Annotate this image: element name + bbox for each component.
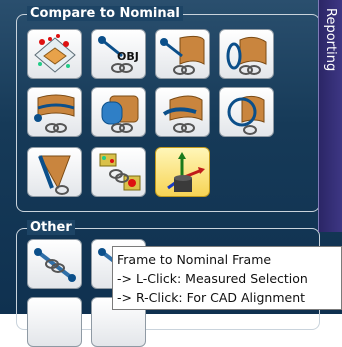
tooltip-line-left-click: -> L-Click: Measured Selection <box>117 271 308 286</box>
surface-link-button[interactable] <box>155 29 210 79</box>
point-cloud-target-button[interactable] <box>91 147 146 197</box>
tooltip: Frame to Nominal Frame -> L-Click: Measu… <box>112 246 342 310</box>
tool-panel: Compare to Nominal OBJ Other Reporting F… <box>0 0 342 347</box>
compare-group-title: Compare to Nominal <box>27 6 183 21</box>
circle-cylinder-icon <box>227 95 265 135</box>
obj-link-button[interactable]: OBJ <box>91 29 146 79</box>
tube-link-button[interactable] <box>155 87 210 137</box>
cone-link-button[interactable] <box>27 147 82 197</box>
compare-points-icon <box>34 34 76 73</box>
obj-link-icon: OBJ <box>98 36 139 73</box>
frame-to-nominal-icon <box>167 152 205 192</box>
compare-points-button[interactable] <box>27 29 82 79</box>
cylinder-surface-button[interactable] <box>91 87 146 137</box>
cylinder-surface-icon <box>101 95 139 133</box>
cylinder-link-button[interactable] <box>219 29 274 79</box>
surface-offset-button[interactable] <box>27 87 82 137</box>
reporting-tab[interactable]: Reporting <box>318 0 342 232</box>
cone-link-icon <box>38 155 71 195</box>
tube-link-icon <box>162 95 203 133</box>
tooltip-title: Frame to Nominal Frame <box>117 252 272 267</box>
other-link-button[interactable] <box>27 239 82 289</box>
tooltip-line-right-click: -> R-Click: For CAD Alignment <box>117 290 306 305</box>
obj-badge: OBJ <box>117 50 139 63</box>
compare-to-nominal-group: Compare to Nominal OBJ <box>16 6 320 212</box>
reporting-tab-label: Reporting <box>323 8 338 72</box>
surface-offset-icon <box>34 94 75 133</box>
cylinder-link-icon <box>226 36 267 75</box>
point-link-icon <box>34 248 76 282</box>
point-cloud-target-icon <box>99 153 141 191</box>
other-group-title: Other <box>27 220 75 235</box>
frame-to-nominal-button[interactable] <box>155 147 210 197</box>
surface-link-icon <box>160 35 205 75</box>
circle-cylinder-button[interactable] <box>219 87 274 137</box>
other-button-row2-1[interactable] <box>27 297 82 347</box>
